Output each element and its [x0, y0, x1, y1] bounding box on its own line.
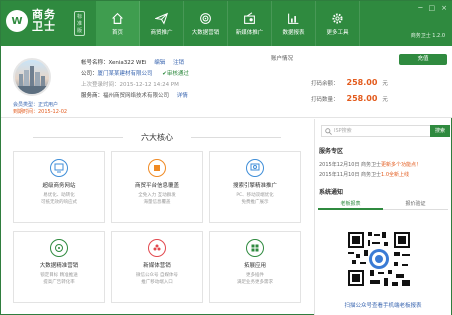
user-panel: 会员类型：正式用户 到期时间：2015-12-02 帐号名称：Xenia322 …: [1, 46, 452, 118]
card-desc: 锁定目标 精准推送 提高广告转化率: [40, 273, 78, 285]
card-new-media[interactable]: 新媒体营销 微信公众号 自媒体号 推广移动端入口: [111, 231, 203, 303]
nav-data-report[interactable]: 数据报表: [272, 1, 316, 46]
balance-row: 打码余额： 258.00 元: [311, 78, 388, 87]
notify-section-title: 系统通知: [319, 189, 344, 196]
nav-more-tools[interactable]: 更多工具: [316, 1, 360, 46]
qr-caption: 扫描公众号查看手机端老板报表: [344, 303, 422, 309]
notice-item[interactable]: 2015年11月10日 商务卫士1.0全新上线: [319, 171, 409, 178]
window-controls: ─ □ ×: [418, 4, 447, 12]
balance-value: 258.00: [346, 78, 378, 87]
company-name[interactable]: 厦门某某建材有限公司: [98, 71, 153, 77]
logout-link[interactable]: 注销: [173, 60, 184, 66]
balance-unit: 元: [382, 81, 388, 87]
service-label: 服务商：: [81, 93, 104, 99]
paper-plane-icon: [155, 12, 168, 25]
card-desc: 全免入力 互动群发 海量信息覆盖: [138, 193, 176, 205]
expire-date: 到期时间：2015-12-02: [13, 109, 68, 115]
card-title: 拓展应用: [243, 263, 266, 269]
balance-label: 打码余额：: [311, 81, 339, 87]
nav-label: 新媒体推广: [235, 29, 264, 36]
card-extend-apps[interactable]: 拓展应用 更多插件 满足业务更多需求: [209, 231, 301, 303]
nav-home[interactable]: 首页: [96, 1, 140, 46]
user-info: 帐号名称：Xenia322 WEi 编辑 注销 公司：厦门某某建材有限公司 ✔审…: [81, 58, 189, 102]
nav-new-media[interactable]: 新媒体推广: [228, 1, 272, 46]
tab-boss-report[interactable]: 老板报表: [318, 198, 383, 210]
notice-highlight: 1.0全新上线: [381, 172, 409, 178]
card-big-data[interactable]: 大数据精准营销 锁定目标 精准推送 提高广告转化率: [13, 231, 105, 303]
maximize-button[interactable]: □: [429, 4, 436, 12]
edit-link[interactable]: 编辑: [154, 60, 165, 66]
notify-tabs: 老板报表 报价验证: [318, 198, 448, 210]
nav-label: 大数据营销: [191, 29, 220, 36]
search-input[interactable]: ISP搜索: [321, 125, 431, 137]
flower-icon: [148, 239, 166, 257]
main-nav: 首页 商贸推广 大数据营销 新媒体推广 数据报表 更多工具: [96, 1, 360, 46]
gear-icon: [332, 12, 343, 24]
tab-quote-verify[interactable]: 报价验证: [383, 198, 448, 210]
count-unit: 元: [382, 97, 388, 103]
core-section-title: 六大核心: [13, 132, 301, 143]
target-icon: [200, 12, 211, 24]
service-section-title: 服务专区: [319, 148, 344, 155]
company-label: 公司：: [81, 71, 98, 77]
logo: W 商务 卫士 标准版: [6, 9, 86, 36]
qr-code-image: [346, 230, 412, 288]
count-value: 258.00: [346, 94, 378, 103]
nav-trade-promotion[interactable]: 商贸推广: [140, 1, 184, 46]
home-icon: [112, 12, 123, 24]
card-desc: 易优化、助转化 可抵无效的响应式: [41, 193, 77, 205]
cityscape-image: [15, 66, 49, 94]
search-button[interactable]: 搜索: [430, 125, 450, 137]
card-desc: 更多插件 满足业务更多需求: [237, 273, 273, 285]
layers-icon: [148, 159, 166, 177]
account-summary: 账户情况 充值 打码余额： 258.00 元 打码数量： 258.00 元: [271, 54, 447, 103]
notice-text: 2015年11月10日 商务卫士: [319, 172, 382, 178]
card-title: 大数据精准营销: [39, 263, 79, 269]
radio-icon: [244, 11, 255, 24]
count-label: 打码数量：: [311, 97, 339, 103]
nav-label: 商贸推广: [150, 29, 173, 36]
member-type: 会员类型：正式用户: [13, 102, 59, 108]
notice-highlight: 更新多个功能点！: [381, 162, 422, 168]
logo-icon: W: [6, 10, 28, 32]
account-label: 帐号名称：: [81, 60, 109, 66]
detail-link[interactable]: 详情: [177, 93, 188, 99]
search-icon: [325, 128, 332, 135]
auth-status: 审核通过: [166, 71, 189, 77]
card-business-site[interactable]: 超级商务网站 易优化、助转化 可抵无效的响应式: [13, 151, 105, 223]
service-provider: 福州商贸网络技术有限公司: [103, 93, 170, 99]
card-desc: PC、移动双端优化 免费推广展示: [236, 193, 274, 205]
last-login: 上次登录时间：2015-12-12 14:24 PM: [81, 82, 179, 88]
chart-icon: [288, 13, 299, 24]
nav-label: 更多工具: [326, 29, 349, 36]
card-title: 超级商务网站: [42, 183, 76, 189]
nav-label: 首页: [111, 29, 123, 36]
edition-badge: 标准版: [74, 11, 86, 36]
card-title: 新媒体营销: [143, 263, 171, 269]
count-row: 打码数量： 258.00 元: [311, 94, 388, 103]
recharge-button[interactable]: 充值: [399, 54, 447, 65]
card-desc: 微信公众号 自媒体号 推广移动端入口: [136, 273, 178, 285]
minimize-button[interactable]: ─: [418, 4, 422, 12]
nav-big-data[interactable]: 大数据营销: [184, 1, 228, 46]
card-title: 商贸平台信息覆盖: [134, 183, 179, 189]
notice-item[interactable]: 2015年12月10日 商务卫士更新多个功能点！: [319, 161, 421, 168]
monitor-icon: [50, 159, 68, 177]
search-monitor-icon: [246, 159, 264, 177]
target-icon: [50, 239, 68, 257]
version-text: 商务卫士 1.2.0: [410, 33, 445, 39]
card-trade-platform[interactable]: 商贸平台信息覆盖 全免入力 互动群发 海量信息覆盖: [111, 151, 203, 223]
notice-text: 2015年12月10日 商务卫士: [319, 162, 382, 168]
account-name: Xenia322 WEi: [108, 60, 147, 66]
nav-label: 数据报表: [282, 29, 305, 36]
grid-icon: [246, 239, 264, 257]
card-search-engine[interactable]: 搜索引擎精准推广 PC、移动双端优化 免费推广展示: [209, 151, 301, 223]
card-title: 搜索引擎精准推广: [232, 183, 277, 189]
avatar[interactable]: [13, 58, 51, 96]
top-bar: W 商务 卫士 标准版 首页 商贸推广 大数据营销 新媒体推广 数据报表 更多工…: [1, 1, 452, 46]
logo-text-line2: 卫士: [32, 20, 56, 33]
close-button[interactable]: ×: [441, 4, 447, 12]
search-placeholder: ISP搜索: [334, 128, 352, 134]
app-window: W 商务 卫士 标准版 首页 商贸推广 大数据营销 新媒体推广 数据报表 更多工…: [0, 0, 452, 315]
